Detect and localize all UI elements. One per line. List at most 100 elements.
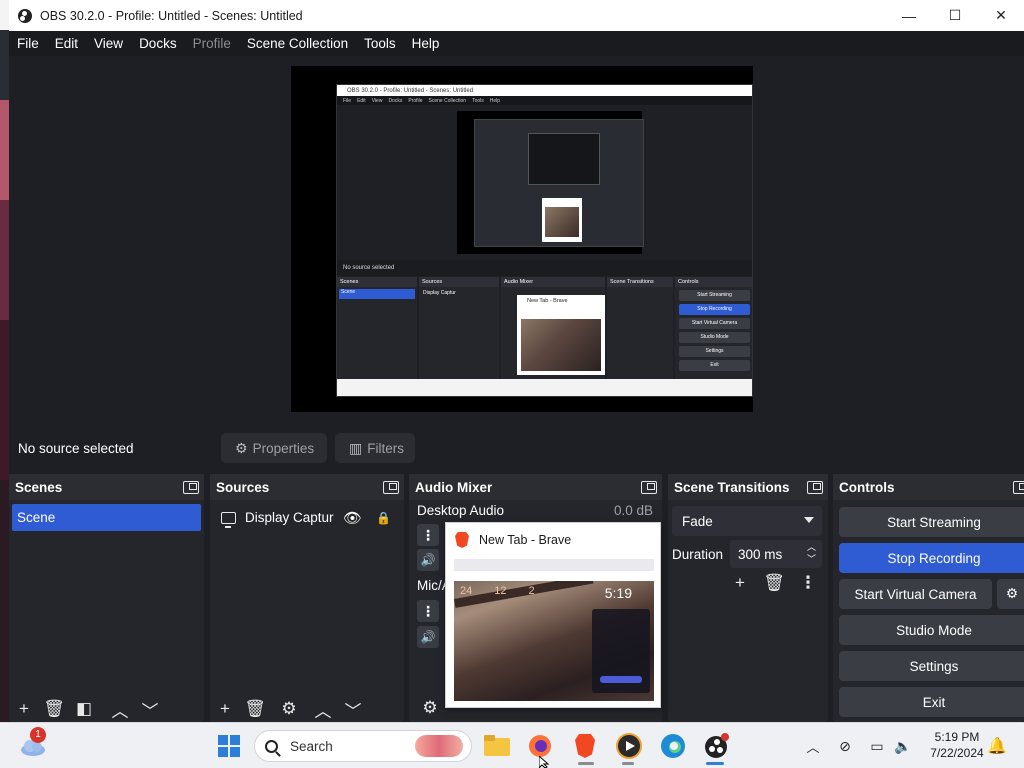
start-streaming-button[interactable]: Start Streaming	[839, 507, 1024, 537]
mouse-cursor-icon	[539, 756, 550, 768]
popup-title: New Tab - Brave	[479, 533, 572, 547]
menu-docks[interactable]: Docks	[131, 36, 185, 51]
menu-tools[interactable]: Tools	[356, 36, 404, 51]
menu-profile[interactable]: Profile	[185, 36, 239, 51]
mini-popup-title: New Tab - Brave	[527, 298, 568, 304]
weather-widget[interactable]: 1	[18, 727, 48, 761]
search-highlight-icon	[415, 735, 463, 757]
controls-header: Controls	[833, 474, 1024, 500]
mini-dock-title: Scene Transitions	[607, 277, 673, 287]
obs-logo-icon	[18, 8, 32, 23]
mini-control-button: Studio Mode	[679, 332, 750, 343]
popup-browser-chrome	[454, 559, 654, 571]
mini-dock-title: Audio Mixer	[501, 277, 605, 287]
mini-menu-item: Tools	[472, 97, 484, 104]
media-player-button[interactable]	[614, 731, 644, 761]
menu-view[interactable]: View	[86, 36, 131, 51]
exit-button[interactable]: Exit	[839, 687, 1024, 717]
trash-icon[interactable]: 🗑	[759, 571, 789, 595]
mini-taskbar	[337, 379, 752, 396]
scene-transitions-title: Scene Transitions	[674, 479, 790, 495]
play-icon	[616, 733, 642, 759]
move-up-icon[interactable]: ︿	[308, 697, 338, 721]
obs-taskbar-button[interactable]	[702, 731, 732, 761]
source-list-item[interactable]: Display Captur 👁 🔒	[213, 504, 401, 531]
scene-filters-icon[interactable]: ◧	[69, 697, 99, 721]
edge-button[interactable]	[658, 731, 688, 761]
mini-control-button: Exit	[679, 360, 750, 371]
undock-icon[interactable]	[1013, 480, 1024, 494]
lock-icon[interactable]: 🔒	[376, 511, 391, 525]
taskbar-thumbnail-popup[interactable]: New Tab - Brave 24 12 2 5:19	[445, 522, 661, 708]
speaker-muted-icon[interactable]: 🔈	[888, 731, 918, 761]
popup-header: New Tab - Brave	[446, 523, 660, 557]
duration-spinbox[interactable]: 300 ms ︿ ﹀	[730, 540, 822, 568]
move-down-icon[interactable]: ﹀	[135, 697, 165, 721]
trash-icon[interactable]: 🗑	[39, 697, 69, 721]
undock-icon[interactable]	[641, 480, 657, 494]
move-up-icon[interactable]: ︿	[105, 697, 135, 721]
stat-value: 24	[460, 585, 473, 597]
file-explorer-button[interactable]	[482, 731, 512, 761]
source-toolbar: No source selected	[9, 428, 1024, 468]
popup-thumbnail[interactable]: 24 12 2 5:19	[454, 581, 654, 701]
sources-dock-header: Sources	[210, 474, 404, 500]
virtual-camera-settings-button[interactable]: ⚙	[997, 579, 1024, 609]
bell-icon[interactable]: 🔔	[982, 731, 1012, 761]
start-button[interactable]	[214, 731, 244, 761]
duration-label: Duration	[672, 547, 724, 562]
speaker-icon[interactable]: 🔊	[417, 626, 439, 648]
menu-help[interactable]: Help	[404, 36, 448, 51]
menu-file[interactable]: File	[9, 36, 47, 51]
add-scene-icon[interactable]: +	[9, 697, 39, 721]
spin-arrows-icon[interactable]: ︿ ﹀	[807, 541, 816, 565]
transition-select[interactable]: Fade	[672, 506, 822, 536]
settings-button[interactable]: Settings	[839, 651, 1024, 681]
undock-icon[interactable]	[807, 480, 823, 494]
add-transition-icon[interactable]: +	[725, 571, 755, 595]
trash-icon[interactable]: 🗑	[240, 697, 270, 721]
filters-button[interactable]: ▥ Filters	[335, 433, 415, 463]
close-button[interactable]: ✕	[978, 0, 1024, 31]
menu-edit[interactable]: Edit	[47, 36, 86, 51]
firefox-icon	[529, 735, 551, 757]
eye-icon[interactable]: 👁	[343, 509, 362, 527]
add-source-icon[interactable]: +	[210, 697, 240, 721]
gear-icon[interactable]: ⚙	[415, 696, 445, 720]
kebab-menu-icon[interactable]: ⋮	[417, 600, 439, 622]
start-virtual-camera-button[interactable]: Start Virtual Camera	[839, 579, 992, 609]
mini-control-button: Start Virtual Camera	[679, 318, 750, 329]
brave-icon	[455, 532, 469, 548]
move-down-icon[interactable]: ﹀	[338, 697, 368, 721]
mini-menu-item: Docks	[388, 97, 403, 104]
kebab-menu-icon[interactable]: ⋮	[793, 571, 823, 595]
audio-mixer-title: Audio Mixer	[415, 479, 493, 495]
undock-icon[interactable]	[383, 480, 399, 494]
taskbar-search[interactable]: Search	[254, 730, 472, 762]
kebab-menu-icon[interactable]: ⋮	[417, 524, 439, 546]
speaker-icon[interactable]: 🔊	[417, 549, 439, 571]
thumbnail-stats: 24 12 2	[460, 585, 535, 597]
maximize-button[interactable]: ☐	[932, 0, 978, 31]
brave-icon	[575, 734, 595, 758]
taskbar: 1 Search ︿ ⊘ ▭ 🔈 5:19 PM 7/22/2024 🔔	[0, 722, 1024, 768]
network-off-icon[interactable]: ⊘	[830, 731, 860, 761]
stop-recording-button[interactable]: Stop Recording	[839, 543, 1024, 573]
chevron-up-icon[interactable]: ︿	[798, 731, 828, 761]
monitor-icon	[221, 511, 236, 528]
mini-popup-thumbnail	[521, 319, 601, 371]
undock-icon[interactable]	[183, 480, 199, 494]
title-bar[interactable]: OBS 30.2.0 - Profile: Untitled - Scenes:…	[9, 0, 1024, 31]
audio-mixer-header: Audio Mixer	[409, 474, 662, 500]
scene-list-item[interactable]: Scene	[12, 504, 201, 531]
scene-transitions-header: Scene Transitions	[668, 474, 828, 500]
gear-icon[interactable]: ⚙	[274, 697, 304, 721]
menu-scene-collection[interactable]: Scene Collection	[239, 36, 356, 51]
properties-button[interactable]: ⚙ Properties	[221, 433, 327, 463]
mini-menu-item: File	[343, 97, 352, 104]
studio-mode-button[interactable]: Studio Mode	[839, 615, 1024, 645]
edge-icon	[661, 734, 685, 758]
brave-button[interactable]	[570, 731, 600, 761]
minimize-button[interactable]: —	[886, 0, 932, 31]
controls-dock: Controls Start Streaming Stop Recording …	[833, 474, 1024, 722]
